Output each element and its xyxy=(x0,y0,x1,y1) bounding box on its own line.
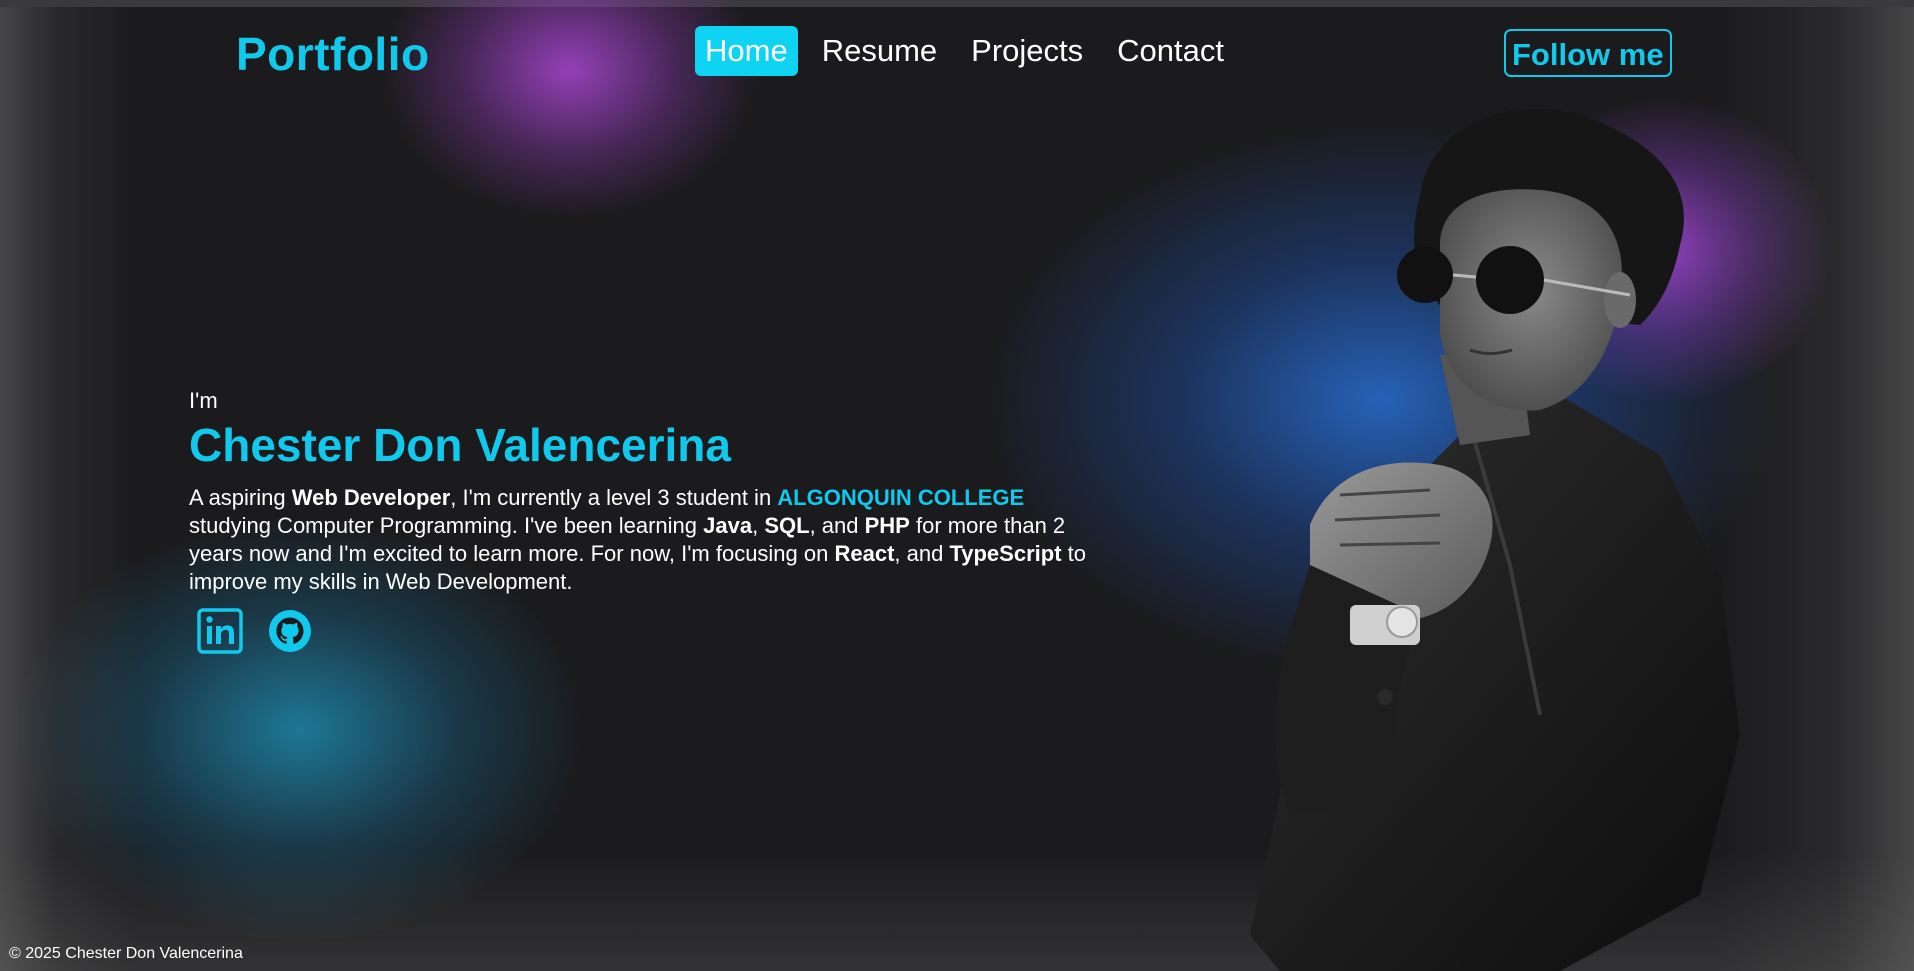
linkedin-icon xyxy=(197,608,243,654)
footer-copyright: © 2025 Chester Don Valencerina xyxy=(9,945,243,962)
nav-link-projects[interactable]: Projects xyxy=(961,26,1093,76)
left-edge-texture xyxy=(0,7,140,971)
bio-skill-php: PHP xyxy=(864,513,910,538)
hero-name: Chester Don Valencerina xyxy=(189,419,731,471)
portrait-photo xyxy=(1250,108,1740,971)
linkedin-link[interactable] xyxy=(197,608,243,654)
nav-link-resume[interactable]: Resume xyxy=(812,26,947,76)
nav-link-contact[interactable]: Contact xyxy=(1107,26,1234,76)
bio-focus-react: React xyxy=(834,541,895,566)
bio-text: , and xyxy=(894,541,950,566)
bio-text: A aspiring xyxy=(189,485,292,510)
bio-skill-sql: SQL xyxy=(764,513,810,538)
brand-logo[interactable]: Portfolio xyxy=(236,27,430,81)
bio-text: , xyxy=(752,513,765,538)
navbar: Portfolio Home Resume Projects Contact F… xyxy=(0,7,1914,102)
bio-text: studying Computer Programming. I've been… xyxy=(189,513,704,538)
social-links xyxy=(197,608,313,654)
github-icon xyxy=(269,610,311,652)
follow-me-button[interactable]: Follow me xyxy=(1504,29,1672,77)
hero-section: I'm Chester Don Valencerina A aspiring W… xyxy=(189,388,1109,596)
bio-skill-java: Java xyxy=(703,513,753,538)
bio-text: , and xyxy=(809,513,865,538)
bio-role: Web Developer xyxy=(291,485,451,510)
bio-college: ALGONQUIN COLLEGE xyxy=(777,485,1025,510)
portfolio-page: Portfolio Home Resume Projects Contact F… xyxy=(0,0,1914,971)
nav-links: Home Resume Projects Contact xyxy=(695,26,1234,76)
browser-top-strip xyxy=(0,0,1914,7)
bio-focus-typescript: TypeScript xyxy=(949,541,1062,566)
bio-text: , I'm currently a level 3 student in xyxy=(450,485,778,510)
nav-link-home[interactable]: Home xyxy=(695,26,798,76)
github-link[interactable] xyxy=(267,608,313,654)
hero-bio: A aspiring Web Developer, I'm currently … xyxy=(189,484,1109,596)
hero-intro: I'm xyxy=(189,388,218,413)
